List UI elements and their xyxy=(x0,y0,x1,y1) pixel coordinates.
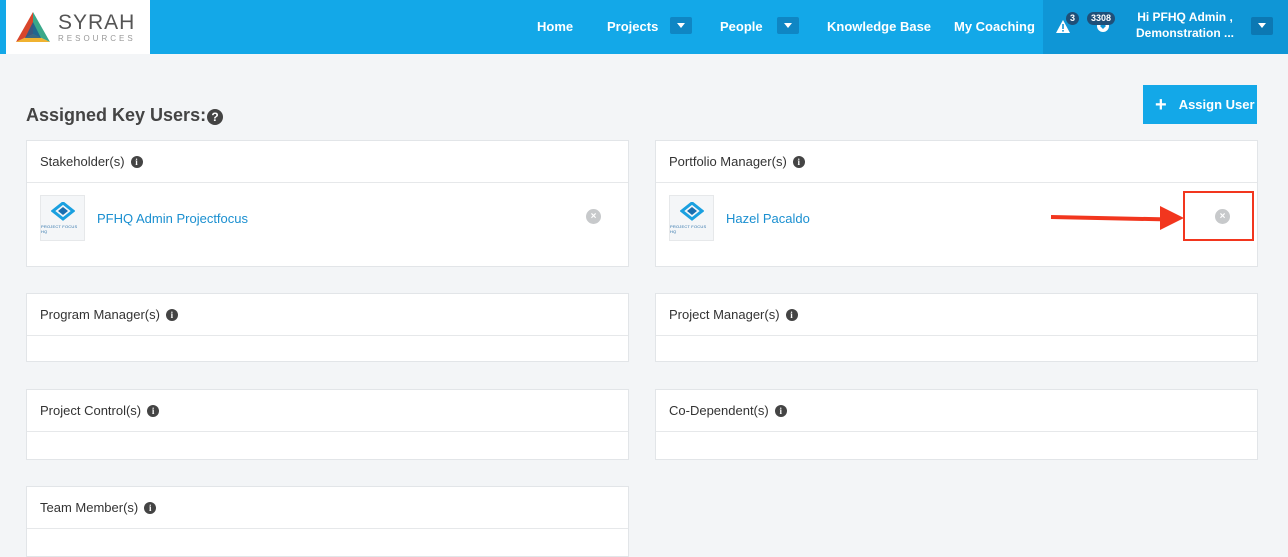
info-icon[interactable]: i xyxy=(130,155,143,168)
annotation-highlight-box xyxy=(1183,191,1254,241)
panel-title: Project Control(s) xyxy=(40,403,142,418)
portfolio-managers-panel: Portfolio Manager(s) i PROJECT FOCUS HQ … xyxy=(655,140,1258,267)
user-entry: PROJECT FOCUS HQ Hazel Pacaldo xyxy=(669,195,810,241)
panel-body: PROJECT FOCUS HQ PFHQ Admin Projectfocus… xyxy=(27,183,628,267)
user-name-link[interactable]: PFHQ Admin Projectfocus xyxy=(97,211,248,226)
panel-header: Stakeholder(s) i xyxy=(27,141,628,183)
panel-title: Co-Dependent(s) xyxy=(669,403,769,418)
info-icon[interactable]: i xyxy=(144,501,157,514)
info-icon[interactable]: i xyxy=(147,404,160,417)
info-icon[interactable]: i xyxy=(792,155,805,168)
info-icon[interactable]: i xyxy=(774,404,787,417)
brand-name: SYRAH xyxy=(58,10,136,34)
panel-header: Project Manager(s) i xyxy=(656,294,1257,336)
nav-people[interactable]: People xyxy=(720,0,763,54)
remove-user-icon[interactable]: × xyxy=(586,209,601,224)
page-title: Assigned Key Users: xyxy=(26,105,207,125)
top-navbar: SYRAH RESOURCES Home Projects People Kno… xyxy=(0,0,1288,54)
panel-title: Team Member(s) xyxy=(40,500,139,515)
plus-icon: + xyxy=(1155,93,1167,116)
updates-count-badge: 3308 xyxy=(1087,12,1116,25)
assign-user-button[interactable]: + Assign User xyxy=(1143,85,1257,124)
info-icon[interactable]: i xyxy=(165,308,178,321)
panel-header: Co-Dependent(s) i xyxy=(656,390,1257,432)
program-managers-panel: Program Manager(s) i xyxy=(26,293,629,362)
panel-header: Program Manager(s) i xyxy=(27,294,628,336)
syrah-triangle-logo-icon xyxy=(16,12,50,42)
nav-home[interactable]: Home xyxy=(537,0,573,54)
panel-title: Stakeholder(s) xyxy=(40,154,125,169)
project-managers-panel: Project Manager(s) i xyxy=(655,293,1258,362)
nav-knowledge-base[interactable]: Knowledge Base xyxy=(827,0,931,54)
co-dependents-panel: Co-Dependent(s) i xyxy=(655,389,1258,460)
user-entry: PROJECT FOCUS HQ PFHQ Admin Projectfocus xyxy=(40,195,248,241)
greeting-line-1: Hi PFHQ Admin , xyxy=(1137,10,1233,24)
people-dropdown-caret-icon[interactable] xyxy=(777,17,799,34)
alerts-count-badge: 3 xyxy=(1066,12,1080,25)
user-avatar: PROJECT FOCUS HQ xyxy=(669,195,714,241)
avatar-caption: PROJECT FOCUS HQ xyxy=(41,224,78,234)
project-control-panel: Project Control(s) i xyxy=(26,389,629,460)
stakeholders-panel: Stakeholder(s) i PROJECT FOCUS HQ PFHQ A… xyxy=(26,140,629,267)
help-question-icon[interactable]: ? xyxy=(207,109,223,125)
nav-projects[interactable]: Projects xyxy=(607,0,658,54)
project-focus-logo-icon xyxy=(50,202,75,221)
assign-user-label: Assign User xyxy=(1178,97,1255,112)
panel-header: Portfolio Manager(s) i xyxy=(656,141,1257,183)
user-greeting[interactable]: Hi PFHQ Admin , Demonstration ... xyxy=(1130,9,1240,41)
user-avatar: PROJECT FOCUS HQ xyxy=(40,195,85,241)
panel-header: Project Control(s) i xyxy=(27,390,628,432)
user-name-link[interactable]: Hazel Pacaldo xyxy=(726,211,810,226)
greeting-line-2: Demonstration ... xyxy=(1135,26,1234,40)
annotation-arrow-head-icon xyxy=(1160,206,1184,230)
panel-title: Portfolio Manager(s) xyxy=(669,154,787,169)
panel-title: Project Manager(s) xyxy=(669,307,780,322)
project-focus-logo-icon xyxy=(679,202,704,221)
brand-logo[interactable]: SYRAH RESOURCES xyxy=(6,0,150,54)
user-menu-caret-icon[interactable] xyxy=(1251,17,1273,35)
projects-dropdown-caret-icon[interactable] xyxy=(670,17,692,34)
nav-my-coaching[interactable]: My Coaching xyxy=(954,0,1035,54)
brand-tagline: RESOURCES xyxy=(58,33,136,43)
panel-title: Program Manager(s) xyxy=(40,307,160,322)
team-members-panel: Team Member(s) i xyxy=(26,486,629,557)
avatar-caption: PROJECT FOCUS HQ xyxy=(670,224,707,234)
panel-header: Team Member(s) i xyxy=(27,487,628,529)
info-icon[interactable]: i xyxy=(785,308,798,321)
